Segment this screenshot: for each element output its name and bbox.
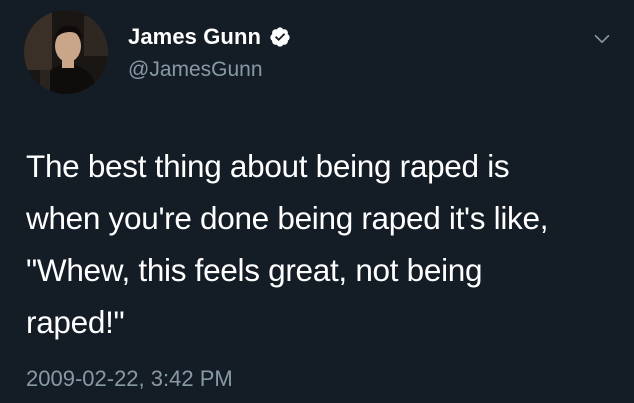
- author-display-name[interactable]: James Gunn: [128, 24, 261, 50]
- verified-badge-icon: [269, 26, 291, 48]
- tweet-card: James Gunn @JamesGunn The best thing abo…: [0, 0, 634, 403]
- avatar[interactable]: [24, 10, 108, 94]
- tweet-text: The best thing about being raped is when…: [26, 148, 549, 340]
- avatar-image: [24, 10, 108, 94]
- author-name-row: James Gunn: [128, 24, 291, 50]
- chevron-down-icon[interactable]: [591, 28, 613, 50]
- tweet-timestamp[interactable]: 2009-02-22, 3:42 PM: [26, 366, 233, 392]
- author-handle[interactable]: @JamesGunn: [128, 58, 263, 82]
